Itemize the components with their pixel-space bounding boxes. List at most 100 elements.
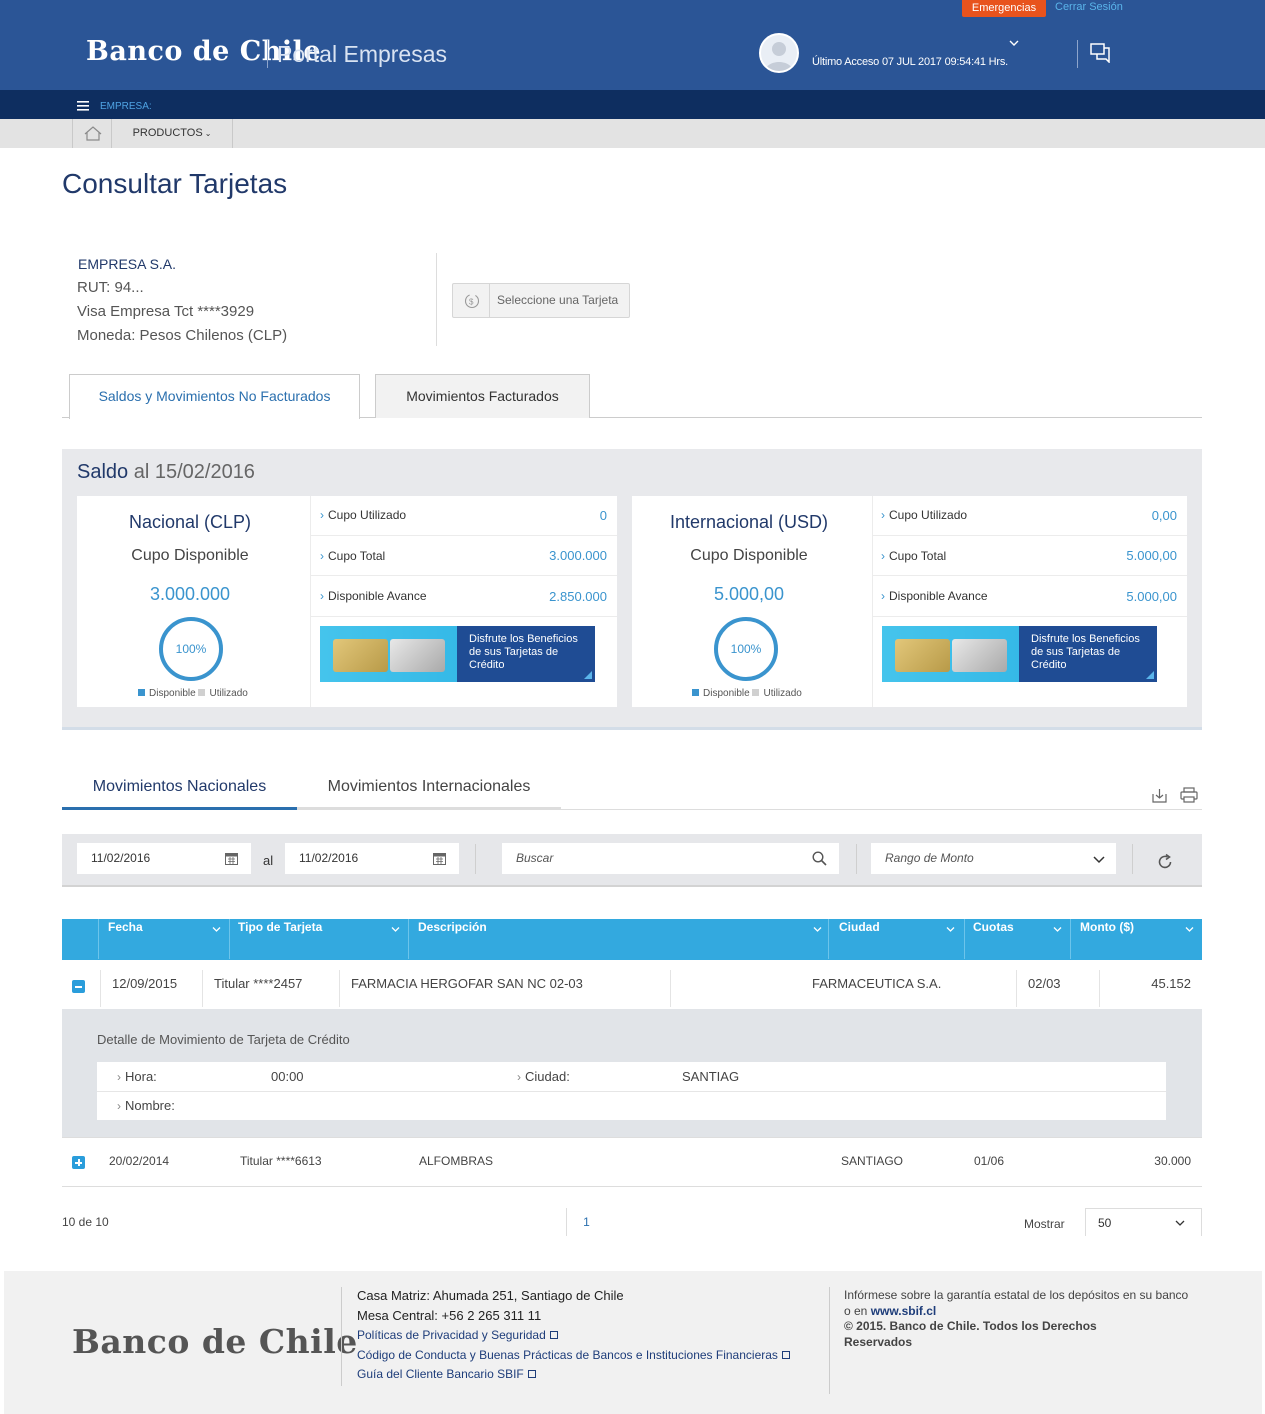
- cell-ciudad: SANTIAGO: [841, 1154, 904, 1168]
- table-header: [62, 919, 1202, 960]
- cell-monto: 30.000: [1154, 1154, 1191, 1168]
- privacy-link[interactable]: Políticas de Privacidad y Seguridad: [357, 1328, 558, 1342]
- col-header-monto[interactable]: Monto ($): [1080, 920, 1134, 934]
- refresh-icon[interactable]: [1158, 853, 1173, 869]
- empresa-label: EMPRESA:: [100, 101, 152, 112]
- cell-ciudad: FARMACEUTICA S.A.: [812, 976, 942, 991]
- cell-cuotas: 01/06: [974, 1154, 1005, 1168]
- col-header-fecha[interactable]: Fecha: [108, 920, 143, 934]
- tab-movimientos-internacionales[interactable]: Movimientos Internacionales: [297, 778, 561, 810]
- external-link-icon: [527, 1370, 536, 1378]
- productos-label: PRODUCTOS: [132, 127, 203, 139]
- internacional-donut: 100%: [714, 617, 778, 681]
- row-divider: [311, 575, 617, 576]
- footer-address: Casa Matriz: Ahumada 251, Santiago de Ch…: [357, 1288, 624, 1303]
- divider: [341, 1287, 342, 1386]
- per-page-select[interactable]: 50: [1085, 1208, 1202, 1236]
- corner-arrow-icon: [584, 671, 592, 679]
- col-header-ciudad[interactable]: Ciudad: [839, 920, 880, 934]
- collapse-row-button[interactable]: [72, 980, 85, 993]
- col-header-cuotas[interactable]: Cuotas: [973, 920, 1014, 934]
- per-page-value: 50: [1098, 1216, 1112, 1230]
- legend-disponible: Disponible: [149, 688, 196, 699]
- internacional-subtitle: Cupo Disponible: [690, 547, 808, 564]
- divider: [1077, 40, 1078, 68]
- chevron-down-icon: ⌄: [204, 129, 212, 138]
- expand-row-button[interactable]: [72, 1156, 85, 1169]
- sbif-guide-link[interactable]: Guía del Cliente Bancario SBIF: [357, 1367, 536, 1381]
- chevron-down-icon[interactable]: [1009, 38, 1019, 48]
- row-divider: [873, 575, 1187, 576]
- hamburger-menu-icon[interactable]: [77, 101, 89, 111]
- company-name: EMPRESA S.A.: [78, 256, 177, 272]
- cell-fecha: 12/09/2015: [112, 976, 178, 991]
- promo-text: Disfrute los Beneficios de sus Tarjetas …: [469, 633, 578, 671]
- detail-divider: [97, 1091, 1166, 1092]
- internacional-row-avance-value: 5.000,00: [1126, 589, 1177, 604]
- col-header-tipo[interactable]: Tipo de Tarjeta: [238, 920, 322, 934]
- divider: [1132, 844, 1133, 874]
- nacional-row-avance-label: › Disponible Avance: [320, 589, 427, 603]
- footer-phone: Mesa Central: +56 2 265 311 11: [357, 1308, 542, 1323]
- chevron-down-icon: [1175, 1220, 1185, 1226]
- chat-icon[interactable]: [1090, 43, 1112, 63]
- search-icon[interactable]: [812, 851, 827, 866]
- nacional-subtitle: Cupo Disponible: [131, 547, 249, 564]
- card-swap-icon: $: [464, 293, 480, 309]
- divider: [829, 1287, 830, 1394]
- saldo-date: al 15/02/2016: [128, 461, 255, 483]
- legend-utilizado: Utilizado: [209, 688, 248, 699]
- code-of-conduct-link[interactable]: Código de Conducta y Buenas Prácticas de…: [357, 1348, 790, 1362]
- cell-divider: [1016, 970, 1017, 1007]
- calendar-icon[interactable]: [433, 852, 446, 865]
- result-count: 10 de 10: [62, 1215, 109, 1229]
- calendar-icon[interactable]: [225, 852, 238, 865]
- saldo-title-bold: Saldo: [77, 461, 129, 483]
- detail-ciudad-value: SANTIAG: [682, 1069, 740, 1084]
- detail-hora-value: 00:00: [271, 1069, 304, 1084]
- promo-banner[interactable]: Disfrute los Beneficios de sus Tarjetas …: [882, 626, 1157, 682]
- search-input[interactable]: Buscar: [502, 843, 839, 874]
- nacional-row-utilizado-label: › Cupo Utilizado: [320, 508, 407, 522]
- nacional-amount: 3.000.000: [149, 584, 231, 604]
- download-icon[interactable]: [1152, 787, 1167, 803]
- external-link-icon: [549, 1331, 558, 1339]
- corner-arrow-icon: [1146, 671, 1154, 679]
- cell-tipo: Titular ****6613: [240, 1154, 322, 1168]
- select-card-button[interactable]: $ Seleccione una Tarjeta: [452, 283, 630, 318]
- detail-title: Detalle de Movimiento de Tarjeta de Créd…: [97, 1032, 350, 1047]
- amount-range-select[interactable]: Rango de Monto: [871, 843, 1116, 874]
- promo-banner[interactable]: Disfrute los Beneficios de sus Tarjetas …: [320, 626, 595, 682]
- currency-text: Moneda: Pesos Chilenos (CLP): [77, 327, 288, 344]
- nacional-row-total-value: 3.000.000: [549, 548, 607, 563]
- chevron-down-icon[interactable]: [391, 925, 400, 934]
- page-1-link[interactable]: 1: [566, 1208, 606, 1236]
- emergencias-button[interactable]: Emergencias: [962, 0, 1046, 17]
- tab-movimientos-facturados[interactable]: Movimientos Facturados: [375, 374, 590, 418]
- cerrar-sesion-link[interactable]: Cerrar Sesión: [1055, 1, 1123, 13]
- sbif-link[interactable]: www.sbif.cl: [871, 1304, 937, 1318]
- chevron-down-icon[interactable]: [946, 925, 955, 934]
- detail-nombre-label: › Nombre:: [117, 1098, 175, 1113]
- cell-divider: [202, 970, 203, 1007]
- print-icon[interactable]: [1180, 787, 1198, 803]
- row-divider: [873, 535, 1187, 536]
- nacional-row-total-label: › Cupo Total: [320, 549, 386, 563]
- tab-movimientos-nacionales[interactable]: Movimientos Nacionales: [62, 778, 297, 810]
- saldo-title: Saldo al 15/02/2016: [77, 461, 255, 484]
- cell-cuotas: 02/03: [1028, 976, 1061, 991]
- nacional-row-utilizado-value: 0: [599, 508, 607, 523]
- chevron-down-icon[interactable]: [1185, 925, 1194, 934]
- company-rut: RUT: 94...: [77, 279, 144, 296]
- chevron-down-icon[interactable]: [1093, 856, 1105, 864]
- chevron-down-icon[interactable]: [212, 925, 221, 934]
- col-header-descripcion[interactable]: Descripción: [418, 920, 487, 934]
- portal-title: Portal Empresas: [277, 41, 448, 67]
- productos-menu[interactable]: PRODUCTOS ⌄: [112, 119, 233, 148]
- select-card-label: Seleccione una Tarjeta: [497, 293, 619, 307]
- chevron-down-icon[interactable]: [1053, 925, 1062, 934]
- chevron-down-icon[interactable]: [813, 925, 822, 934]
- user-avatar-icon[interactable]: [759, 33, 799, 73]
- tab-saldos[interactable]: Saldos y Movimientos No Facturados: [69, 374, 360, 419]
- home-button[interactable]: [72, 119, 112, 148]
